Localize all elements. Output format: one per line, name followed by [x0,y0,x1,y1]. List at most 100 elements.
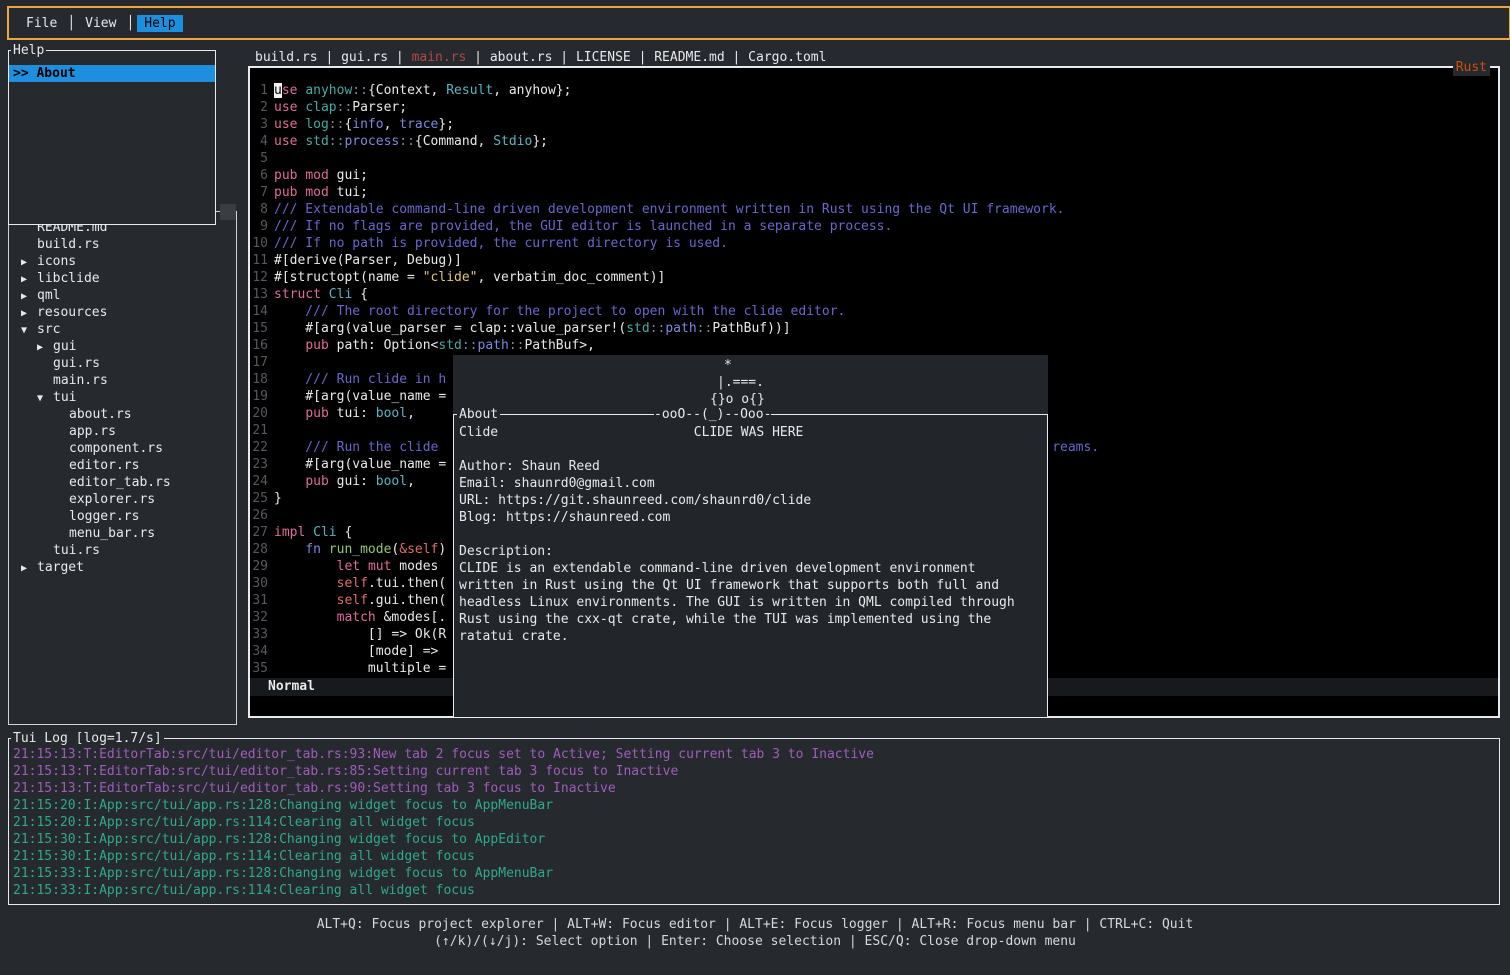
code-text: /// If no flags are provided, the GUI ed… [274,218,892,235]
folder-collapsed-icon[interactable]: ▶ [21,560,37,577]
line-number: 9 [250,218,268,235]
explorer-item-logger.rs[interactable]: logger.rs [9,508,236,525]
explorer-item-tui[interactable]: ▼tui [9,389,236,406]
explorer-item-qml[interactable]: ▶qml [9,287,236,304]
tab-separator: | [725,50,748,65]
menu-bar-items: File│View│Help [19,15,183,32]
explorer-item-app.rs[interactable]: app.rs [9,423,236,440]
log-entry: 21:15:30:I:App:src/tui/app.rs:114:Cleari… [13,848,1497,865]
code-text: self.gui.then( [274,592,446,609]
explorer-item-label: build.rs [37,237,100,252]
explorer-item-tui.rs[interactable]: tui.rs [9,542,236,559]
line-number: 4 [250,133,268,150]
code-text: /// The root directory for the project t… [274,303,845,320]
explorer-scrollbar-thumb[interactable] [220,204,236,220]
explorer-item-menu_bar.rs[interactable]: menu_bar.rs [9,525,236,542]
explorer-item-icons[interactable]: ▶icons [9,253,236,270]
explorer-item-explorer.rs[interactable]: explorer.rs [9,491,236,508]
log-entry: 21:15:13:T:EditorTab:src/tui/editor_tab.… [13,780,1497,797]
editor-tab-about.rs[interactable]: about.rs [490,50,553,65]
help-dropdown-title: Help [11,42,46,59]
explorer-item-label: icons [37,254,76,269]
explorer-item-main.rs[interactable]: main.rs [9,372,236,389]
editor-tab-LICENSE[interactable]: LICENSE [576,50,631,65]
folder-open-icon[interactable]: ▼ [37,390,53,407]
explorer-item-resources[interactable]: ▶resources [9,304,236,321]
editor-tab-README.md[interactable]: README.md [654,50,724,65]
code-text: match &modes[. [274,609,446,626]
line-number: 25 [250,490,268,507]
explorer-item-label: gui.rs [53,356,100,371]
explorer-item-label: component.rs [69,441,163,456]
code-text: let mut modes [274,558,446,575]
about-text-line: Email: shaunrd0@gmail.com [459,475,1045,492]
explorer-item-component.rs[interactable]: component.rs [9,440,236,457]
line-number: 14 [250,303,268,320]
folder-collapsed-icon[interactable]: ▶ [21,271,37,288]
explorer-item-build.rs[interactable]: build.rs [9,236,236,253]
code-text: pub gui: bool, [274,473,415,490]
editor-tab-gui.rs[interactable]: gui.rs [341,50,388,65]
editor-tab-Cargo.toml[interactable]: Cargo.toml [748,50,826,65]
code-line: 12#[structopt(name = "clide", verbatim_d… [250,269,1498,286]
log-panel-title: Tui Log [log=1.7/s] [11,730,164,747]
about-border-art: -ooO--(_)--Ooo- [654,406,771,423]
line-number: 24 [250,473,268,490]
about-text-line [459,441,1045,458]
code-text: } [274,490,282,507]
folder-collapsed-icon[interactable]: ▶ [37,339,53,356]
log-panel: Tui Log [log=1.7/s] 21:15:13:T:EditorTab… [8,738,1500,905]
explorer-item-libclide[interactable]: ▶libclide [9,270,236,287]
explorer-item-label: editor.rs [69,458,139,473]
code-text: #[structopt(name = "clide", verbatim_doc… [274,269,665,286]
folder-collapsed-icon[interactable]: ▶ [21,254,37,271]
menu-item-view[interactable]: View [78,15,123,32]
help-dropdown: Help >> About [8,50,216,225]
line-number: 2 [250,99,268,116]
folder-open-icon[interactable]: ▼ [21,322,37,339]
code-line: 15 #[arg(value_parser = clap::value_pars… [250,320,1498,337]
about-text-line: headless Linux environments. The GUI is … [459,594,1045,611]
explorer-item-gui.rs[interactable]: gui.rs [9,355,236,372]
explorer-item-editor_tab.rs[interactable]: editor_tab.rs [9,474,236,491]
line-number: 7 [250,184,268,201]
code-text: #[derive(Parser, Debug)] [274,252,462,269]
folder-collapsed-icon[interactable]: ▶ [21,305,37,322]
menu-item-file[interactable]: File [19,15,64,32]
folder-collapsed-icon[interactable]: ▶ [21,288,37,305]
line-number: 6 [250,167,268,184]
line-number: 19 [250,388,268,405]
editor-tab-build.rs[interactable]: build.rs [255,50,318,65]
explorer-item-about.rs[interactable]: about.rs [9,406,236,423]
log-entry: 21:15:13:T:EditorTab:src/tui/editor_tab.… [13,746,1497,763]
line-number: 8 [250,201,268,218]
about-text-line: Author: Shaun Reed [459,458,1045,475]
code-text: impl Cli { [274,524,352,541]
code-line: 9 /// If no flags are provided, the GUI e… [250,218,1498,235]
app-window: File│View│Help build.rs | gui.rs | main.… [0,0,1510,975]
help-bar-line2: (↑/k)/(↓/j): Select option | Enter: Choo… [0,933,1510,950]
dropdown-item-about[interactable]: >> About [9,65,215,82]
line-number: 21 [250,422,268,439]
code-line: 3use log::{info, trace}; [250,116,1498,133]
about-text-line: Description: [459,543,1045,560]
line-number: 16 [250,337,268,354]
about-text-line: written in Rust using the Qt UI framewor… [459,577,1045,594]
about-popup-content: Clide CLIDE WAS HEREAuthor: Shaun ReedEm… [459,424,1045,645]
log-entry: 21:15:20:I:App:src/tui/app.rs:114:Cleari… [13,814,1497,831]
language-badge: Rust [1453,59,1490,76]
explorer-item-gui[interactable]: ▶gui [9,338,236,355]
code-text: struct Cli { [274,286,368,303]
editor-tab-main.rs[interactable]: main.rs [412,50,467,65]
menu-item-help[interactable]: Help [137,15,182,32]
explorer-item-label: explorer.rs [69,492,155,507]
explorer-item-label: qml [37,288,60,303]
line-number: 3 [250,116,268,133]
explorer-item-src[interactable]: ▼src [9,321,236,338]
about-text-line: CLIDE is an extendable command-line driv… [459,560,1045,577]
explorer-item-editor.rs[interactable]: editor.rs [9,457,236,474]
code-line: 14 /// The root directory for the projec… [250,303,1498,320]
explorer-item-label: about.rs [69,407,132,422]
line-number: 20 [250,405,268,422]
explorer-item-target[interactable]: ▶target [9,559,236,576]
